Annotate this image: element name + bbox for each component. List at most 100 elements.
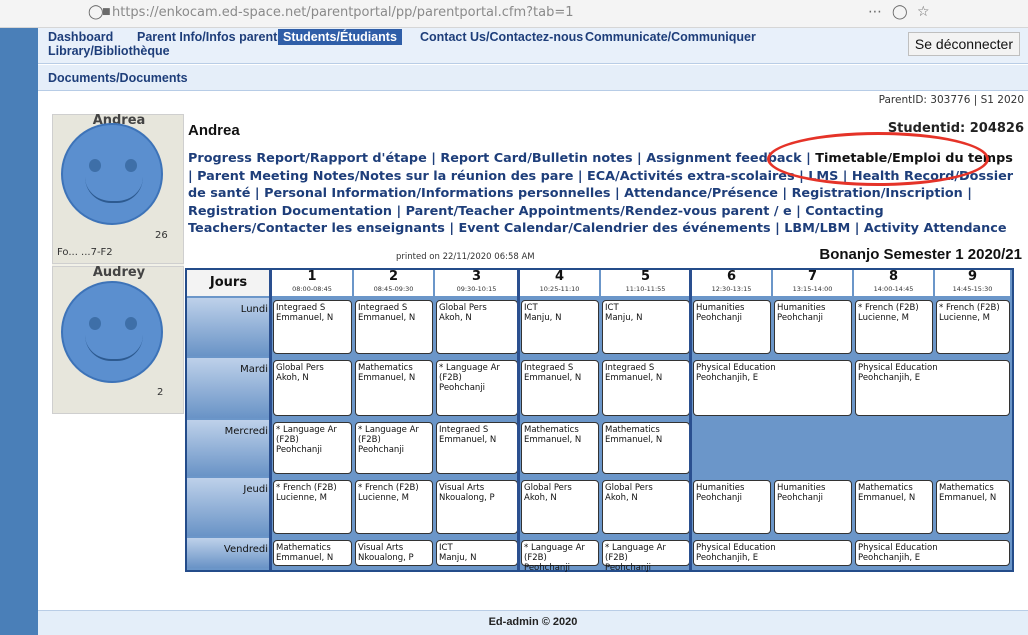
nav-contact-us[interactable]: Contact Us/Contactez-nous (420, 30, 583, 44)
nav-parent-info[interactable]: Parent Info/Infos parent (137, 30, 277, 44)
timetable-cell[interactable]: Mathematics Emmanuel, N (602, 422, 690, 474)
student-link[interactable]: Registration/Inscription (792, 186, 963, 201)
timetable-cell[interactable]: Integraed S Emmanuel, N (602, 360, 690, 416)
timetable-cell[interactable]: Global Pers Akoh, N (602, 480, 690, 534)
main-nav: Dashboard Library/Bibliothèque Parent In… (38, 28, 1028, 64)
period-header: 7 13:15-14:00 (773, 270, 852, 296)
period-time: 12:30-13:15 (711, 285, 752, 293)
timetable-cell[interactable]: Visual Arts Nkoualong, P (355, 540, 433, 566)
student-link[interactable]: Activity Attendance (864, 221, 1007, 236)
timetable-cell[interactable]: Humanities Peohchanji (693, 480, 771, 534)
timetable-cell[interactable]: Physical Education Peohchanjih, E (855, 360, 1010, 416)
cell-line: Peohchanjih, E (858, 373, 921, 383)
period-header: 4 10:25-11:10 (520, 270, 599, 296)
student-id-fragment: 26 (155, 230, 168, 241)
cell-line: Global Pers (276, 363, 324, 373)
student-link[interactable]: Report Card/Bulletin notes (440, 151, 632, 166)
cell-line: Manju, N (605, 313, 643, 323)
timetable-cell[interactable]: Visual Arts Nkoualong, P (436, 480, 518, 534)
timetable-cell[interactable]: Humanities Peohchanji (774, 480, 852, 534)
timetable-cell[interactable]: Physical Education Peohchanjih, E (693, 360, 852, 416)
grid-divider (517, 270, 520, 570)
timetable-cell[interactable]: Mathematics Emmanuel, N (521, 422, 599, 474)
timetable-cell[interactable]: * Language Ar (F2B) Peohchanji (273, 422, 352, 474)
nav-students[interactable]: Students/Étudiants (278, 29, 402, 45)
cell-line: Integraed S (276, 303, 326, 313)
student-link[interactable]: Registration Documentation (188, 204, 392, 219)
nav-communicate[interactable]: Communicate/Communiquer (585, 30, 756, 44)
link-separator: | (632, 151, 647, 166)
timetable-cell[interactable]: Physical Education Peohchanjih, E (855, 540, 1010, 566)
timetable-cell[interactable]: Physical Education Peohchanjih, E (693, 540, 852, 566)
timetable-cell[interactable]: Mathematics Emmanuel, N (936, 480, 1010, 534)
period-number: 2 (388, 269, 399, 284)
timetable-cell[interactable]: Integraed S Emmanuel, N (521, 360, 599, 416)
nav-dashboard[interactable]: Dashboard (48, 30, 113, 44)
cell-line: (F2B) (439, 373, 462, 383)
avatar (61, 281, 163, 383)
link-separator: | (962, 186, 972, 201)
period-number: 3 (471, 269, 482, 284)
cell-line: Lucienne, M (276, 493, 327, 503)
address-bar[interactable]: https://enkocam.ed-space.net/parentporta… (112, 5, 574, 20)
timetable-cell[interactable]: ICT Manju, N (602, 300, 690, 354)
timetable-cell[interactable]: * French (F2B) Lucienne, M (855, 300, 933, 354)
cell-line: Global Pers (439, 303, 487, 313)
logout-button[interactable]: Se déconnecter (907, 32, 1020, 56)
student-list: Andrea 26 Fo... ...7-F2 Audrey 2 (52, 113, 184, 414)
cell-line: Emmanuel, N (605, 373, 663, 383)
bookmark-star-icon[interactable]: ☆ (917, 4, 930, 20)
timetable-cell[interactable]: ICT Manju, N (521, 300, 599, 354)
timetable-cell[interactable]: Mathematics Emmanuel, N (355, 360, 433, 416)
student-link[interactable]: Parent Meeting Notes/Notes sur la réunio… (197, 169, 573, 184)
timetable-cell[interactable]: Integraed S Emmanuel, N (436, 422, 518, 474)
period-number: 9 (967, 269, 978, 284)
timetable-cell[interactable]: * French (F2B) Lucienne, M (273, 480, 352, 534)
more-icon[interactable]: ⋯ (868, 4, 882, 20)
student-link[interactable]: Attendance/Présence (624, 186, 778, 201)
timetable-cell[interactable]: Integraed S Emmanuel, N (273, 300, 352, 354)
timetable-cell[interactable]: * French (F2B) Lucienne, M (936, 300, 1010, 354)
timetable-cell[interactable]: Global Pers Akoh, N (521, 480, 599, 534)
timetable-cell[interactable]: Humanities Peohchanji (693, 300, 771, 354)
student-name: Audrey (92, 265, 146, 280)
student-card[interactable]: Audrey 2 (52, 265, 184, 414)
student-link[interactable]: Progress Report/Rapport d'étape (188, 151, 427, 166)
student-link[interactable]: Parent/Teacher Appointments/Rendez-vous … (406, 204, 792, 219)
timetable-cell[interactable]: * Language Ar (F2B) Peohchanji (436, 360, 518, 416)
pocket-icon[interactable]: ◯ (892, 4, 908, 20)
cell-line: Physical Education (696, 363, 776, 373)
cell-line: Global Pers (605, 483, 653, 493)
period-header: 9 14:45-15:30 (935, 270, 1010, 296)
timetable-cell[interactable]: Mathematics Emmanuel, N (855, 480, 933, 534)
cell-line: * Language Ar (276, 425, 337, 435)
timetable-cell[interactable]: Mathematics Emmanuel, N (273, 540, 352, 566)
link-separator: | (444, 221, 459, 236)
student-link[interactable]: LBM/LBM (784, 221, 850, 236)
cell-line: * French (F2B) (358, 483, 419, 493)
cell-line: Physical Education (696, 543, 776, 553)
nav-library[interactable]: Library/Bibliothèque (48, 44, 170, 58)
nav-documents[interactable]: Documents/Documents (48, 71, 188, 85)
grid-divider (689, 270, 692, 570)
timetable-cell[interactable]: * Language Ar (F2B) Peohchanji (355, 422, 433, 474)
timetable-cell[interactable]: * Language Ar (F2B) Peohchanji (602, 540, 690, 573)
day-label: Lundi (187, 298, 270, 356)
period-header: 5 11:10-11:55 (601, 270, 690, 296)
timetable-cell[interactable]: * French (F2B) Lucienne, M (355, 480, 433, 534)
cell-line: * Language Ar (605, 543, 666, 553)
student-card[interactable]: Andrea 26 Fo... ...7-F2 (52, 113, 184, 264)
timetable-cell[interactable]: * Language Ar (F2B) Peohchanji (521, 540, 599, 573)
period-time: 13:15-14:00 (792, 285, 833, 293)
timetable-cell[interactable]: ICT Manju, N (436, 540, 518, 566)
cell-line: Mathematics (276, 543, 331, 553)
cell-line: Peohchanji (439, 383, 486, 393)
student-link[interactable]: Event Calendar/Calendrier des événements (458, 221, 770, 236)
timetable-cell[interactable]: Humanities Peohchanji (774, 300, 852, 354)
timetable-cell[interactable]: Global Pers Akoh, N (273, 360, 352, 416)
student-link[interactable]: ECA/Activités extra-scolaires (587, 169, 795, 184)
link-separator: | (777, 186, 792, 201)
timetable-cell[interactable]: Global Pers Akoh, N (436, 300, 518, 354)
timetable-cell[interactable]: Integraed S Emmanuel, N (355, 300, 433, 354)
student-link[interactable]: Personal Information/Informations person… (264, 186, 610, 201)
